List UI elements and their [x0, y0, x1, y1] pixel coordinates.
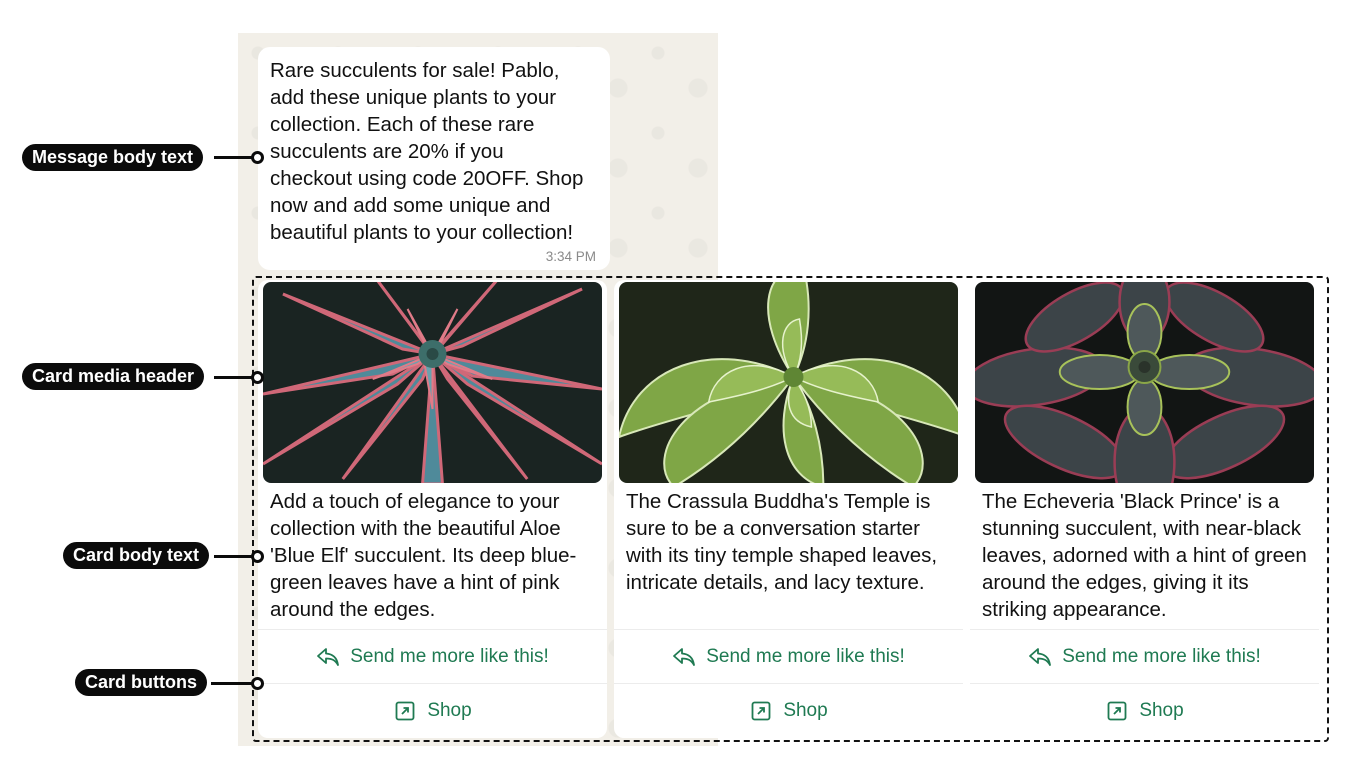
callout-leader-line [214, 376, 254, 379]
callout-leader-line [214, 555, 254, 558]
shop-button[interactable]: Shop [614, 683, 963, 737]
shop-button[interactable]: Shop [258, 683, 607, 737]
aloe-blue-elf-photo [263, 282, 602, 483]
callout-anchor-dot [251, 550, 264, 563]
external-link-icon [1105, 699, 1129, 723]
echeveria-black-prince-photo [975, 282, 1314, 483]
send-more-label: Send me more like this! [350, 645, 549, 667]
callout-anchor-dot [251, 151, 264, 164]
crassula-buddhas-temple-photo [619, 282, 958, 483]
card-body-text: Add a touch of elegance to your collecti… [270, 490, 577, 621]
message-bubble: Rare succulents for sale! Pablo, add the… [258, 47, 610, 270]
send-more-button[interactable]: Send me more like this! [258, 629, 607, 683]
message-body-text: Rare succulents for sale! Pablo, add the… [270, 59, 584, 244]
reply-arrow-icon [316, 645, 340, 669]
callout-message-body: Message body text [22, 144, 204, 171]
send-more-button[interactable]: Send me more like this! [614, 629, 963, 683]
external-link-icon [749, 699, 773, 723]
card-media-header [975, 282, 1314, 483]
reply-arrow-icon [672, 645, 696, 669]
shop-button[interactable]: Shop [970, 683, 1319, 737]
shop-label: Shop [427, 699, 472, 721]
send-more-label: Send me more like this! [1062, 645, 1261, 667]
card-body-text: The Echeveria 'Black Prince' is a stunni… [982, 490, 1307, 621]
shop-label: Shop [783, 699, 828, 721]
carousel-card-2: The Crassula Buddha's Temple is sure to … [614, 280, 963, 738]
callout-leader-line [211, 682, 254, 685]
card-body-text: The Crassula Buddha's Temple is sure to … [626, 490, 938, 594]
message-timestamp: 3:34 PM [545, 249, 596, 264]
callout-anchor-dot [251, 371, 264, 384]
send-more-button[interactable]: Send me more like this! [970, 629, 1319, 683]
callout-card-buttons: Card buttons [75, 669, 207, 696]
external-link-icon [393, 699, 417, 723]
carousel-card-3: The Echeveria 'Black Prince' is a stunni… [970, 280, 1319, 738]
callout-anchor-dot [251, 677, 264, 690]
callout-media-header: Card media header [22, 363, 205, 390]
card-media-header [619, 282, 958, 483]
send-more-label: Send me more like this! [706, 645, 905, 667]
carousel-card-1: Add a touch of elegance to your collecti… [258, 280, 607, 738]
callout-leader-line [214, 156, 254, 159]
reply-arrow-icon [1028, 645, 1052, 669]
shop-label: Shop [1139, 699, 1184, 721]
callout-card-body: Card body text [63, 542, 210, 569]
card-media-header [263, 282, 602, 483]
